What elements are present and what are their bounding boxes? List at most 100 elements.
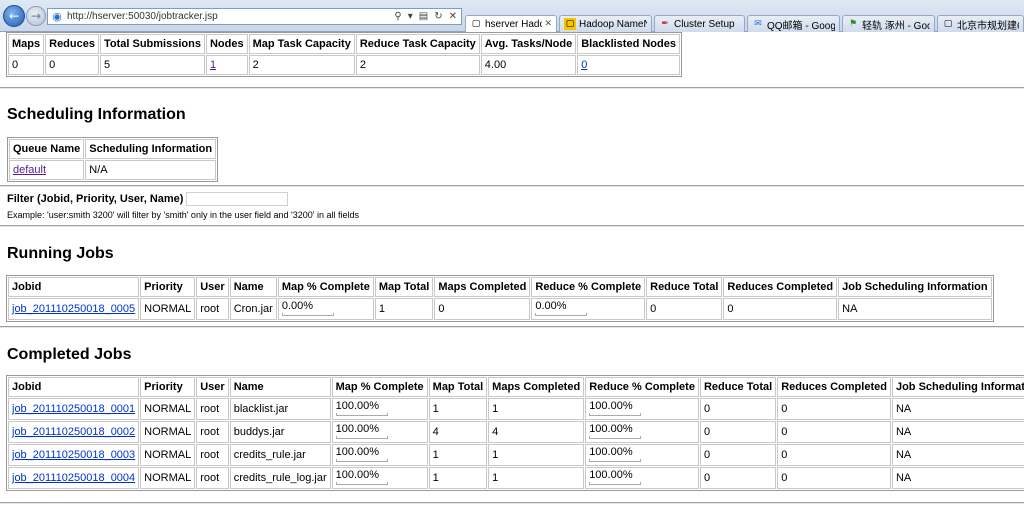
progress-track (589, 459, 642, 462)
column-header: Reduces (45, 34, 99, 54)
jobid-cell: job_201110250018_0001 (8, 398, 140, 420)
scheduling-info-heading: Scheduling Information (7, 106, 186, 123)
column-header: Maps (8, 34, 45, 54)
user-value: root (196, 298, 229, 320)
priority-value: NORMAL (140, 444, 196, 466)
map-pct-cell: 100.00% (331, 398, 428, 420)
filter-row: Filter (Jobid, Priority, User, Name) (7, 192, 289, 206)
running-jobs-heading: Running Jobs (7, 245, 114, 262)
map-task-capacity-value: 2 (248, 55, 355, 75)
compat-view-icon[interactable]: ▤ (419, 11, 428, 22)
column-header: Map % Complete (277, 277, 374, 297)
column-header: Map Total (428, 377, 488, 397)
progress-track (335, 459, 388, 462)
reduce-total-value: 0 (699, 444, 777, 466)
jobid-cell: job_201110250018_0003 (8, 444, 140, 466)
user-value: root (196, 398, 229, 420)
table-header-row: Jobid Priority User Name Map % Complete Map T… (8, 277, 992, 297)
table-row: 0 0 5 1 2 2 4.00 0 (8, 55, 680, 75)
search-icon[interactable]: ⚲ (394, 11, 401, 22)
maps-completed-value: 1 (488, 444, 585, 466)
progress-text: 100.00% (335, 423, 380, 435)
column-header: Reduce Total (699, 377, 777, 397)
jobid-link[interactable]: job_201110250018_0001 (12, 403, 135, 415)
filter-example-text: Example: 'user:smith 3200' will filter b… (7, 210, 359, 220)
reduce-total-value: 0 (646, 298, 723, 320)
user-value: root (196, 444, 229, 466)
total-submissions-value: 5 (99, 55, 205, 75)
scheduling-info-value: N/A (85, 160, 217, 180)
reduce-total-value: 0 (699, 467, 777, 489)
address-bar[interactable]: ◉ http://hserver:50030/jobtracker.jsp ⚲ … (47, 8, 462, 25)
jobid-cell: job_201110250018_0005 (8, 298, 140, 320)
queue-default-link[interactable]: default (13, 164, 46, 176)
sched-info-value: NA (891, 467, 1024, 489)
progress-track (589, 482, 642, 485)
jobid-link[interactable]: job_201110250018_0002 (12, 426, 135, 438)
table-header-row: Maps Reduces Total Submissions Nodes Map… (8, 34, 680, 54)
column-header: Reduces Completed (723, 277, 838, 297)
forward-button[interactable]: → (26, 6, 46, 26)
progress-text: 100.00% (335, 469, 380, 481)
user-value: root (196, 467, 229, 489)
progress-track (589, 436, 642, 439)
column-header: Scheduling Information (85, 139, 217, 159)
progress-track (335, 482, 388, 485)
nodes-cell: 1 (205, 55, 248, 75)
column-header: Job Scheduling Information (891, 377, 1024, 397)
column-header: Nodes (205, 34, 248, 54)
blacklisted-nodes-link[interactable]: 0 (581, 59, 587, 71)
tab-cluster-setup[interactable]: ✒ Cluster Setup (654, 15, 745, 32)
column-header: Job Scheduling Information (838, 277, 992, 297)
column-header: Jobid (8, 377, 140, 397)
filter-input[interactable] (186, 192, 289, 206)
table-row: job_201110250018_0001 NORMAL root blacklist… (8, 398, 1024, 420)
nodes-link[interactable]: 1 (210, 59, 216, 71)
avg-tasks-node-value: 4.00 (480, 55, 577, 75)
column-header: Maps Completed (488, 377, 585, 397)
column-header: Priority (140, 277, 196, 297)
jobid-link[interactable]: job_201110250018_0004 (12, 472, 135, 484)
priority-value: NORMAL (140, 467, 196, 489)
column-header: Priority (140, 377, 196, 397)
divider (0, 225, 1024, 227)
url-text[interactable]: http://hserver:50030/jobtracker.jsp (67, 11, 394, 22)
sched-info-value: NA (838, 298, 992, 320)
user-value: root (196, 421, 229, 443)
tab-beijing-news[interactable]: ▢ 北京市规划建6条市... (937, 15, 1024, 32)
tab-qq-mail[interactable]: ✉ QQ邮箱 - Google ... (747, 15, 840, 32)
tab-google-maps[interactable]: ⚑ 轻轨 涿州 - Googl... (842, 15, 935, 32)
column-header: Avg. Tasks/Node (480, 34, 577, 54)
blacklisted-nodes-cell: 0 (577, 55, 680, 75)
tab-hserver-hadoop[interactable]: ▢ hserver Hadoo... ✕ (465, 15, 557, 32)
reduce-pct-cell: 100.00% (585, 467, 699, 489)
jobid-link[interactable]: job_201110250018_0003 (12, 449, 135, 461)
reduce-pct-cell: 100.00% (585, 444, 699, 466)
back-button[interactable]: ← (3, 5, 25, 27)
dropdown-icon[interactable]: ▾ (408, 11, 413, 22)
map-total-value: 4 (428, 421, 488, 443)
column-header: Reduce % Complete (585, 377, 699, 397)
jobid-link[interactable]: job_201110250018_0005 (12, 303, 135, 315)
divider (0, 185, 1024, 187)
refresh-icon[interactable]: ↻ (434, 11, 442, 22)
jobid-cell: job_201110250018_0002 (8, 421, 140, 443)
column-header: Reduces Completed (777, 377, 891, 397)
progress-bar: 100.00% (335, 469, 424, 485)
tab-hadoop-namenode[interactable]: ▢ Hadoop NameNo... (559, 15, 652, 32)
reduce-task-capacity-value: 2 (355, 55, 480, 75)
priority-value: NORMAL (140, 298, 196, 320)
page-icon: ▢ (943, 19, 953, 29)
progress-bar: 100.00% (589, 469, 695, 485)
sched-info-value: NA (891, 444, 1024, 466)
close-icon[interactable]: ✕ (544, 19, 552, 29)
progress-track (535, 313, 588, 316)
stop-icon[interactable]: ✕ (449, 11, 457, 22)
reduces-completed-value: 0 (777, 421, 891, 443)
column-header: Total Submissions (99, 34, 205, 54)
progress-text: 100.00% (335, 446, 380, 458)
reduces-completed-value: 0 (777, 467, 891, 489)
tab-strip: ▢ hserver Hadoo... ✕ ▢ Hadoop NameNo... … (465, 15, 1024, 32)
progress-bar: 0.00% (535, 300, 641, 316)
maps-value: 0 (8, 55, 45, 75)
